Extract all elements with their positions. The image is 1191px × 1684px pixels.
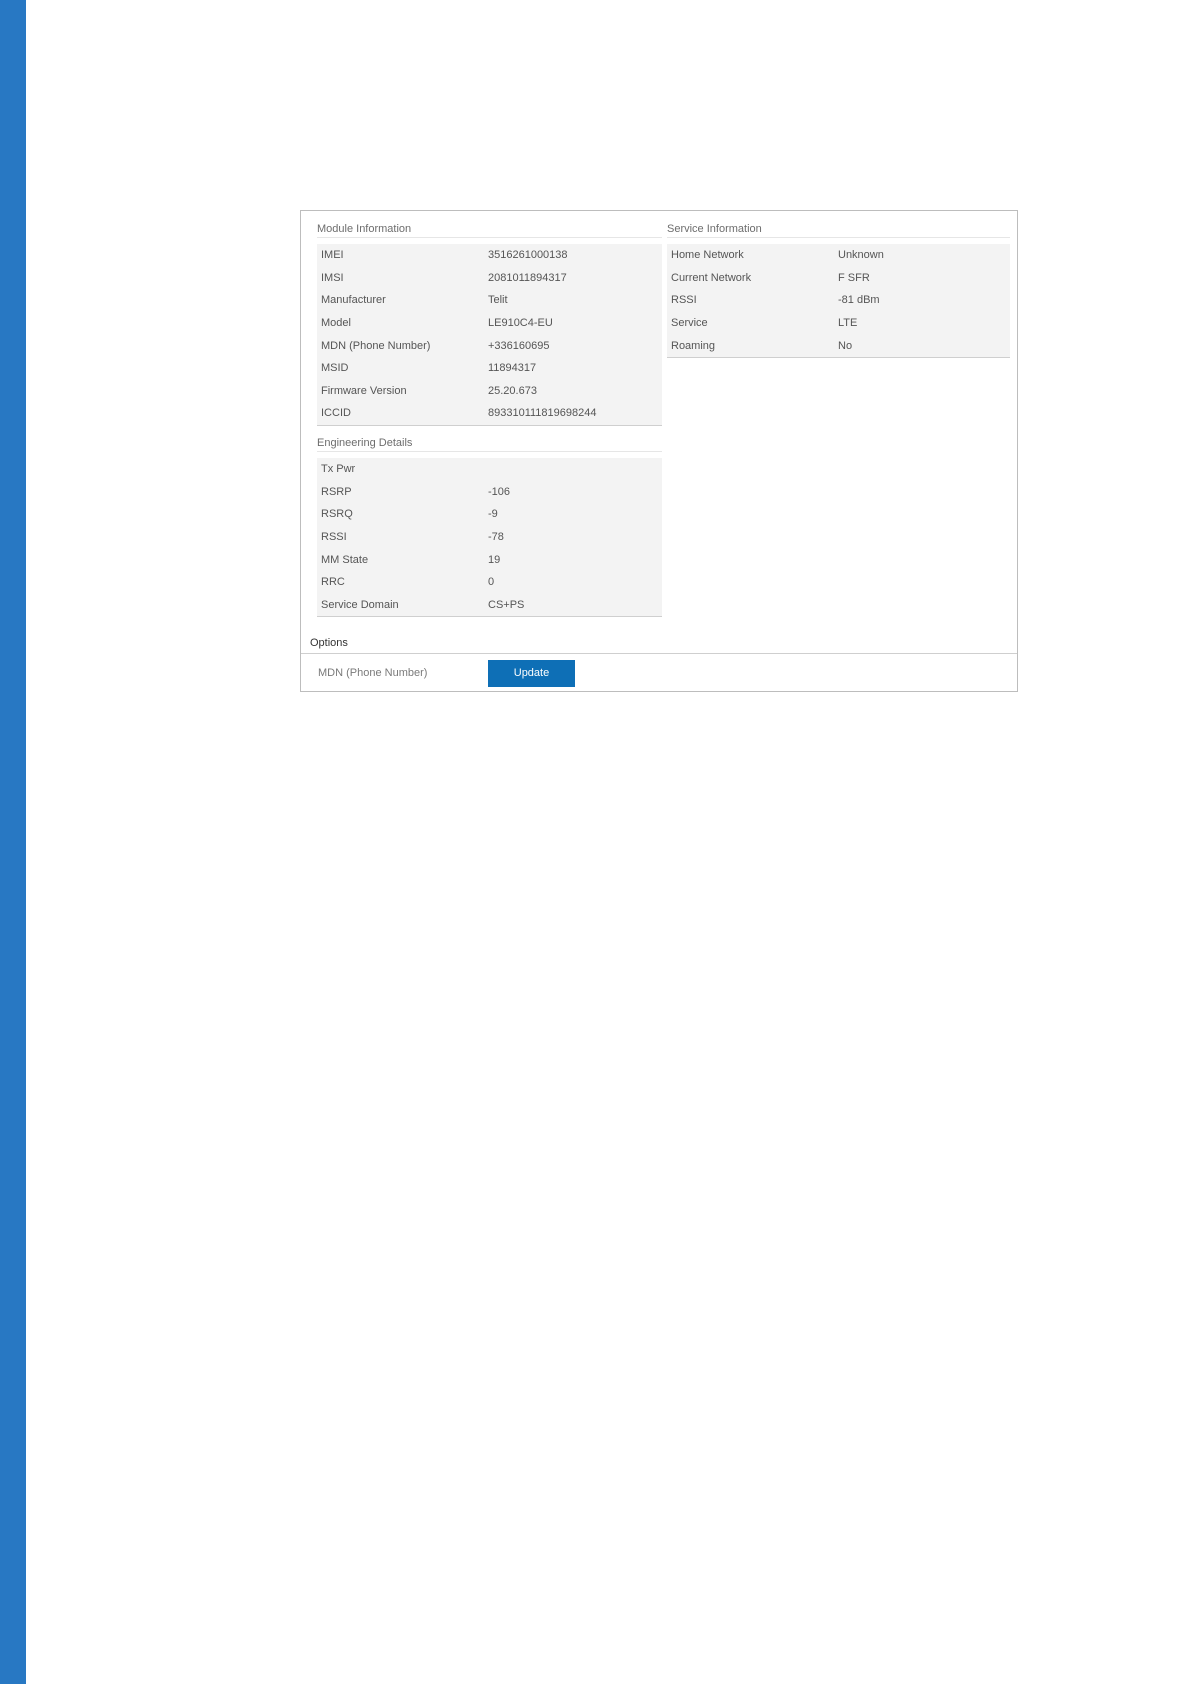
table-row: Firmware Version 25.20.673	[317, 380, 662, 403]
table-row: Manufacturer Telit	[317, 289, 662, 312]
row-value: 11894317	[488, 362, 537, 375]
row-key: IMEI	[321, 249, 344, 262]
row-value: Unknown	[838, 249, 884, 262]
table-row: IMEI 3516261000138	[317, 244, 662, 267]
table-row: RSRQ -9	[317, 503, 662, 526]
row-value: 25.20.673	[488, 384, 537, 397]
row-value: No	[838, 339, 853, 352]
table-row: IMSI 2081011894317	[317, 267, 662, 290]
row-key: RRC	[321, 576, 345, 589]
left-accent-bar	[0, 0, 26, 1684]
engineering-details-table: Tx Pwr RSRP -106 RSRQ -9 RSSI -78 MM Sta…	[317, 458, 662, 618]
row-value: +336160695	[488, 339, 550, 352]
engineering-details-title: Engineering Details	[317, 436, 662, 452]
table-row: Current Network F SFR	[667, 267, 1010, 290]
table-row: MSID 11894317	[317, 357, 662, 380]
service-information-section: Service Information Home Network Unknown…	[667, 222, 1010, 358]
row-value: LE910C4-EU	[488, 317, 553, 330]
row-key: RSSI	[671, 294, 697, 307]
row-value: -78	[488, 531, 504, 544]
row-key: Firmware Version	[321, 384, 407, 397]
table-row: Model LE910C4-EU	[317, 312, 662, 335]
row-value: 893310111819698244	[488, 407, 597, 420]
table-row: MDN (Phone Number) +336160695	[317, 334, 662, 357]
update-button[interactable]: Update	[488, 660, 575, 687]
row-key: Service Domain	[321, 598, 399, 611]
options-title: Options	[310, 637, 348, 649]
row-value: LTE	[838, 317, 858, 330]
engineering-details-section: Engineering Details Tx Pwr RSRP -106 RSR…	[317, 436, 662, 618]
row-key: Tx Pwr	[321, 463, 356, 476]
module-information-title: Module Information	[317, 222, 662, 238]
table-row: Roaming No	[667, 334, 1010, 357]
table-row: MM State 19	[317, 548, 662, 571]
row-key: IMSI	[321, 271, 344, 284]
module-information-table: IMEI 3516261000138 IMSI 2081011894317 Ma…	[317, 244, 662, 426]
table-row: RSRP -106	[317, 481, 662, 504]
row-value: -81 dBm	[838, 294, 880, 307]
row-value: Telit	[488, 294, 508, 307]
row-value: 3516261000138	[488, 249, 568, 262]
service-information-title: Service Information	[667, 222, 1010, 238]
row-key: Model	[321, 317, 351, 330]
table-row: Service LTE	[667, 312, 1010, 335]
row-key: MSID	[321, 362, 349, 375]
module-information-section: Module Information IMEI 3516261000138 IM…	[317, 222, 662, 426]
row-key: Home Network	[671, 249, 744, 262]
table-row: Home Network Unknown	[667, 244, 1010, 267]
row-key: Roaming	[671, 339, 716, 352]
row-value: -106	[488, 485, 511, 498]
cellular-status-panel: Module Information IMEI 3516261000138 IM…	[300, 210, 1018, 692]
table-row: RSSI -81 dBm	[667, 289, 1010, 312]
row-key: Service	[671, 317, 708, 330]
row-key: Current Network	[671, 271, 752, 284]
row-value: -9	[488, 508, 498, 521]
row-key: MDN (Phone Number)	[321, 339, 431, 352]
table-row: RSSI -78	[317, 526, 662, 549]
row-value: CS+PS	[488, 598, 525, 611]
row-key: RSSI	[321, 531, 347, 544]
table-row: Service Domain CS+PS	[317, 594, 662, 617]
row-value: 0	[488, 576, 495, 589]
options-divider	[301, 653, 1017, 654]
row-value: 19	[488, 553, 501, 566]
row-key: Manufacturer	[321, 294, 386, 307]
mdn-option-label: MDN (Phone Number)	[318, 667, 428, 679]
table-row: RRC 0	[317, 571, 662, 594]
row-key: MM State	[321, 553, 369, 566]
service-information-table: Home Network Unknown Current Network F S…	[667, 244, 1010, 358]
row-value: F SFR	[838, 271, 870, 284]
row-key: RSRP	[321, 485, 352, 498]
row-key: ICCID	[321, 407, 351, 420]
table-row: Tx Pwr	[317, 458, 662, 481]
row-key: RSRQ	[321, 508, 353, 521]
row-value: 2081011894317	[488, 271, 567, 284]
table-row: ICCID 893310111819698244	[317, 402, 662, 425]
